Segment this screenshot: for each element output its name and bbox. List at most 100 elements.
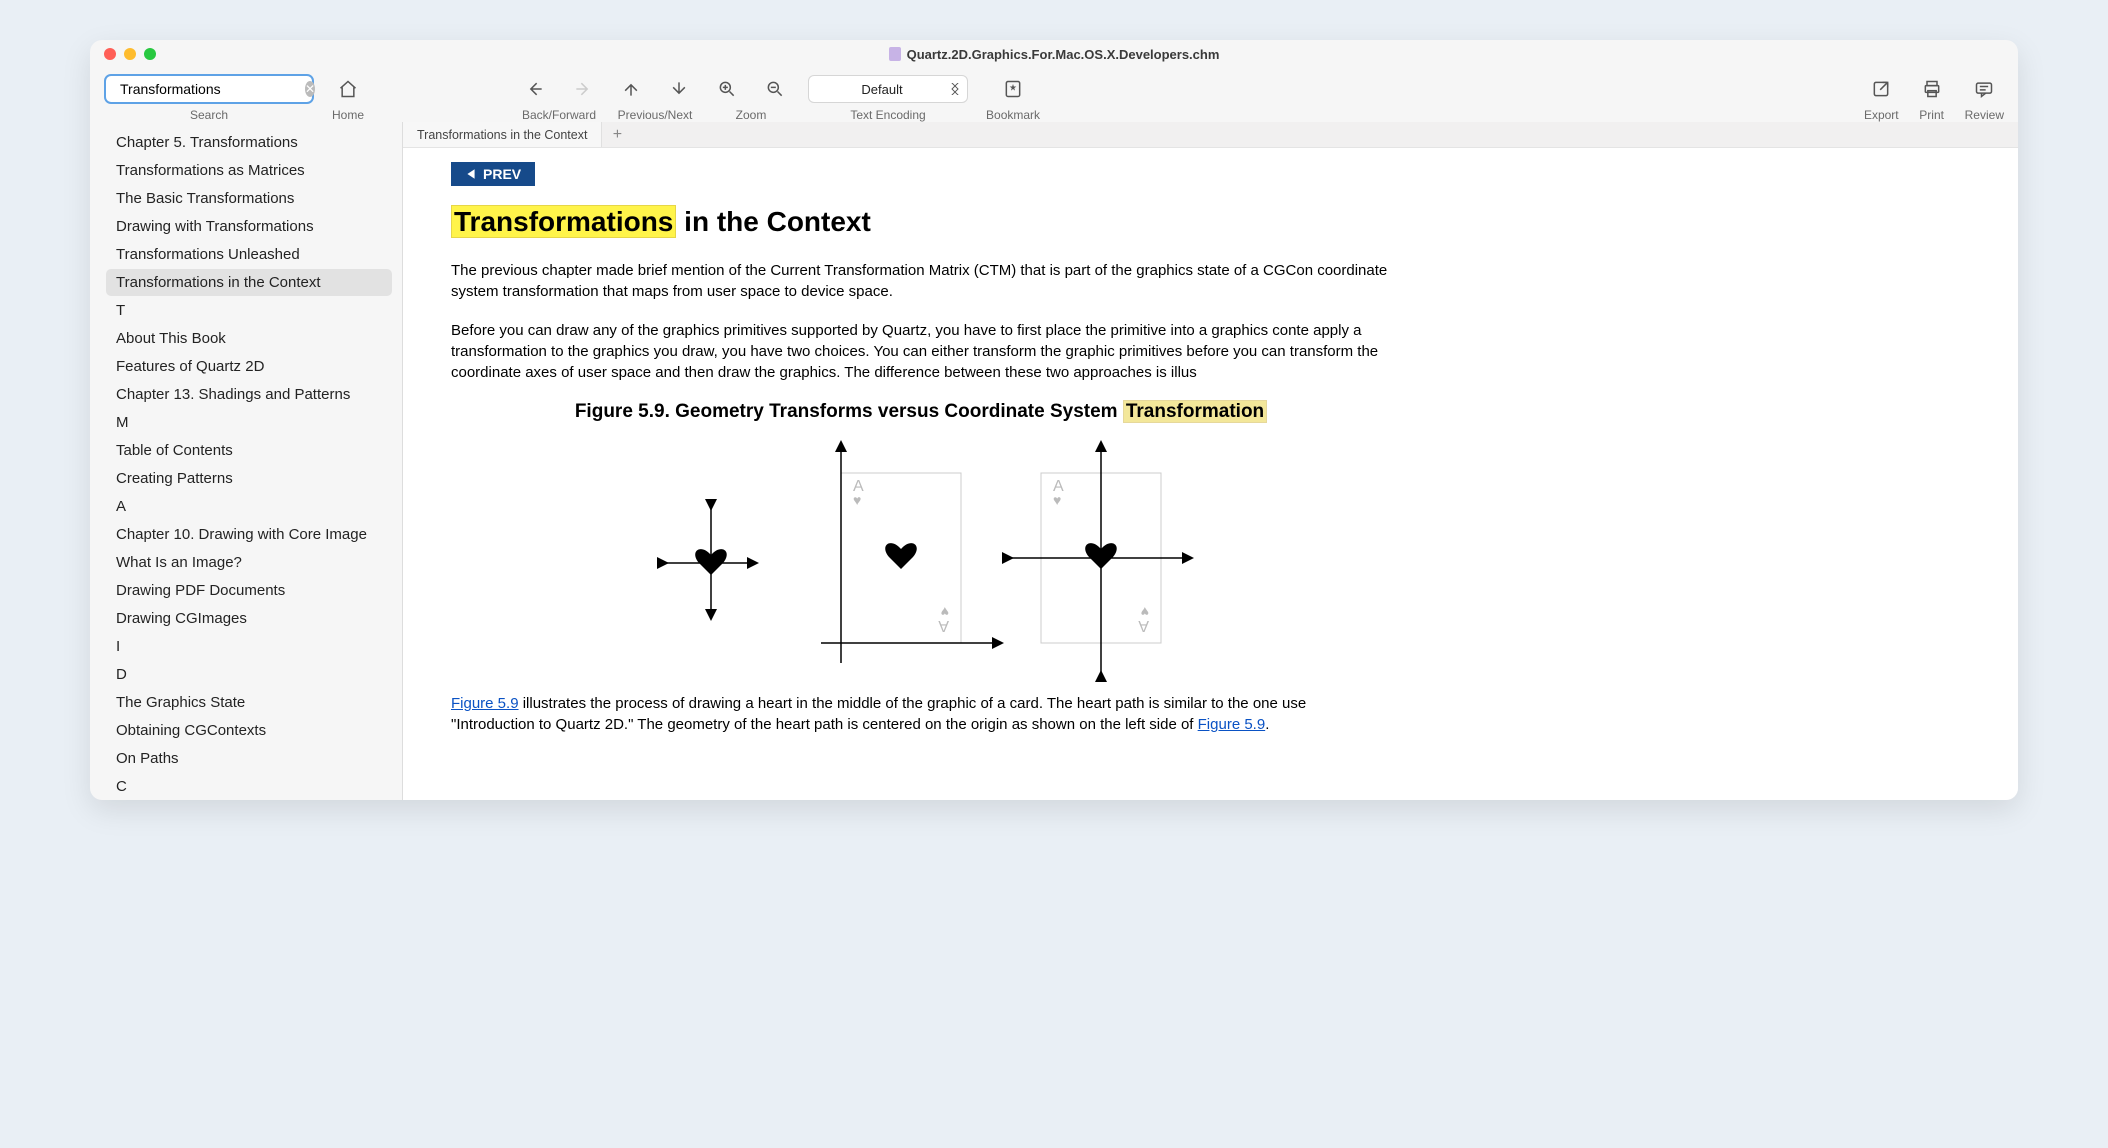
figure-caption-text: Figure 5.9. Geometry Transforms versus C…	[575, 401, 1123, 422]
back-button[interactable]	[520, 74, 550, 104]
figure-link-1[interactable]: Figure 5.9	[451, 695, 519, 712]
title-highlight: Transformations	[451, 205, 676, 238]
sidebar-item[interactable]: I	[106, 633, 392, 660]
export-button[interactable]	[1866, 74, 1896, 104]
para3-a: illustrates the process of drawing a hea…	[451, 695, 1306, 733]
content-view[interactable]: PREV Transformations in the Context The …	[403, 148, 2018, 800]
print-button[interactable]	[1917, 74, 1947, 104]
sidebar-item[interactable]: M	[106, 409, 392, 436]
sidebar-item[interactable]: Creating Patterns	[106, 465, 392, 492]
search-field[interactable]: ✕	[104, 74, 314, 104]
forward-button[interactable]	[568, 74, 598, 104]
sidebar-item[interactable]: What Is an Image?	[106, 549, 392, 576]
window-title-text: Quartz.2D.Graphics.For.Mac.OS.X.Develope…	[907, 47, 1220, 62]
paragraph-1: The previous chapter made brief mention …	[451, 260, 1391, 302]
arrow-down-icon	[669, 79, 689, 99]
tab-label: Transformations in the Context	[417, 128, 587, 142]
home-icon	[338, 79, 358, 99]
sidebar-item[interactable]: Chapter 5. Transformations	[106, 129, 392, 156]
review-button[interactable]	[1969, 74, 1999, 104]
sidebar-item[interactable]: Chapter 13. Shadings and Patterns	[106, 381, 392, 408]
figure-caption: Figure 5.9. Geometry Transforms versus C…	[451, 401, 1391, 423]
search-results-sidebar[interactable]: Chapter 5. TransformationsTransformation…	[90, 122, 402, 800]
encoding-value: Default	[861, 82, 902, 97]
content-tab[interactable]: Transformations in the Context	[403, 122, 602, 147]
sidebar-item[interactable]: C	[106, 773, 392, 800]
figure-svg: A ♥ A ♥ A ♥ A	[641, 433, 1201, 693]
close-window-button[interactable]	[104, 48, 116, 60]
sidebar-item[interactable]: Transformations as Matrices	[106, 157, 392, 184]
bookmark-icon	[1003, 79, 1023, 99]
svg-text:♥: ♥	[1141, 604, 1149, 620]
zoom-out-button[interactable]	[760, 74, 790, 104]
print-icon	[1922, 79, 1942, 99]
page-title: Transformations in the Context	[451, 206, 2018, 238]
sidebar-item[interactable]: Drawing PDF Documents	[106, 577, 392, 604]
text-encoding-select[interactable]: Default	[808, 75, 968, 103]
home-button[interactable]	[333, 74, 363, 104]
svg-text:♥: ♥	[853, 492, 861, 508]
sidebar-item[interactable]: Table of Contents	[106, 437, 392, 464]
sidebar-item[interactable]: The Basic Transformations	[106, 185, 392, 212]
content-column: Transformations in the Context + PREV Tr…	[402, 122, 2018, 800]
sidebar-item[interactable]: A	[106, 493, 392, 520]
clear-search-button[interactable]: ✕	[305, 81, 315, 97]
title-rest: in the Context	[676, 206, 870, 237]
prevnext-label: Previous/Next	[618, 108, 693, 122]
sidebar-item[interactable]: Drawing with Transformations	[106, 213, 392, 240]
home-label: Home	[332, 108, 364, 122]
sidebar-item[interactable]: Drawing CGImages	[106, 605, 392, 632]
prev-label: PREV	[483, 166, 521, 182]
paragraph-2: Before you can draw any of the graphics …	[451, 320, 1391, 383]
review-icon	[1974, 79, 1994, 99]
export-icon	[1871, 79, 1891, 99]
minimize-window-button[interactable]	[124, 48, 136, 60]
zoom-out-icon	[765, 79, 785, 99]
encoding-label: Text Encoding	[850, 108, 925, 122]
zoom-in-icon	[717, 79, 737, 99]
export-label: Export	[1864, 108, 1899, 122]
previous-button[interactable]	[616, 74, 646, 104]
review-label: Review	[1965, 108, 2004, 122]
sidebar-item[interactable]: Chapter 10. Drawing with Core Image	[106, 521, 392, 548]
sidebar-item[interactable]: Transformations Unleashed	[106, 241, 392, 268]
tab-bar: Transformations in the Context +	[403, 122, 2018, 148]
figure-5-9: A ♥ A ♥ A ♥ A	[451, 433, 1391, 693]
document-icon	[889, 47, 901, 61]
sidebar-item[interactable]: Features of Quartz 2D	[106, 353, 392, 380]
toolbar: ✕ Search Home Back/Forward	[90, 68, 2018, 122]
next-button[interactable]	[664, 74, 694, 104]
arrow-right-icon	[573, 79, 593, 99]
arrow-up-icon	[621, 79, 641, 99]
figure-link-2[interactable]: Figure 5.9	[1198, 716, 1266, 733]
print-label: Print	[1919, 108, 1944, 122]
sidebar-item[interactable]: The Graphics State	[106, 689, 392, 716]
sidebar-item[interactable]: Transformations in the Context	[106, 269, 392, 296]
titlebar: Quartz.2D.Graphics.For.Mac.OS.X.Develope…	[90, 40, 2018, 68]
app-window: Quartz.2D.Graphics.For.Mac.OS.X.Develope…	[90, 40, 2018, 800]
backforward-label: Back/Forward	[522, 108, 596, 122]
svg-text:♥: ♥	[941, 604, 949, 620]
sidebar-item[interactable]: T	[106, 297, 392, 324]
zoom-in-button[interactable]	[712, 74, 742, 104]
window-title: Quartz.2D.Graphics.For.Mac.OS.X.Develope…	[90, 47, 2018, 62]
zoom-window-button[interactable]	[144, 48, 156, 60]
window-controls	[104, 48, 156, 60]
para3-b: .	[1265, 716, 1269, 733]
search-label: Search	[190, 108, 228, 122]
svg-text:♥: ♥	[1053, 492, 1061, 508]
bookmark-label: Bookmark	[986, 108, 1040, 122]
arrow-left-icon	[525, 79, 545, 99]
new-tab-button[interactable]: +	[602, 122, 632, 147]
sidebar-item[interactable]: About This Book	[106, 325, 392, 352]
prev-page-button[interactable]: PREV	[451, 162, 535, 186]
sidebar-item[interactable]: Obtaining CGContexts	[106, 717, 392, 744]
bookmark-button[interactable]	[998, 74, 1028, 104]
search-input[interactable]	[120, 81, 301, 97]
sidebar-item[interactable]: On Paths	[106, 745, 392, 772]
figure-caption-highlight: Transformation	[1123, 400, 1267, 423]
triangle-left-icon	[465, 168, 477, 180]
paragraph-3: Figure 5.9 illustrates the process of dr…	[451, 693, 1391, 735]
zoom-label: Zoom	[736, 108, 767, 122]
sidebar-item[interactable]: D	[106, 661, 392, 688]
